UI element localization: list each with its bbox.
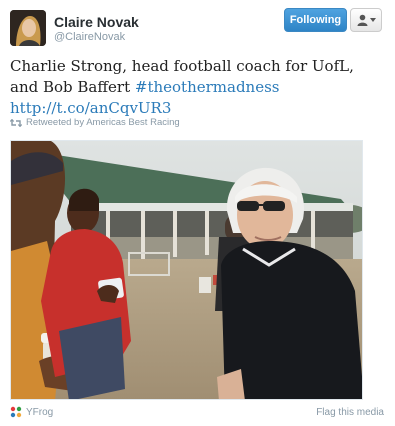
- media-footer: YFrog Flag this media: [10, 404, 384, 422]
- following-button-label: Following: [289, 14, 342, 26]
- display-name[interactable]: Claire Novak: [54, 14, 139, 30]
- retweet-info: Retweeted by Americas Best Racing: [10, 117, 180, 128]
- following-button[interactable]: Following: [284, 8, 347, 32]
- tweet-text: Charlie Strong, head football coach for …: [10, 56, 386, 119]
- media-source[interactable]: YFrog: [10, 406, 53, 418]
- user-names: Claire Novak @ClaireNovak: [54, 14, 139, 44]
- chevron-down-icon: [369, 18, 376, 22]
- photo-image: [11, 141, 362, 399]
- user-actions-dropdown-button[interactable]: [350, 8, 382, 32]
- avatar-photo: [10, 10, 46, 46]
- hashtag-link[interactable]: #theothermadness: [135, 78, 280, 96]
- yfrog-logo-icon: [10, 406, 22, 418]
- tweet-header: Claire Novak @ClaireNovak Following: [0, 0, 395, 52]
- retweet-label[interactable]: Retweeted by Americas Best Racing: [26, 117, 180, 128]
- tweet-url-link[interactable]: http://t.co/anCqvUR3: [10, 99, 171, 117]
- person-icon: [357, 14, 367, 26]
- flag-media-link[interactable]: Flag this media: [316, 407, 384, 418]
- user-handle[interactable]: @ClaireNovak: [54, 31, 139, 44]
- media-source-label: YFrog: [26, 406, 54, 418]
- tweet-photo[interactable]: [10, 140, 363, 400]
- avatar[interactable]: [10, 10, 46, 46]
- retweet-icon: [10, 118, 22, 127]
